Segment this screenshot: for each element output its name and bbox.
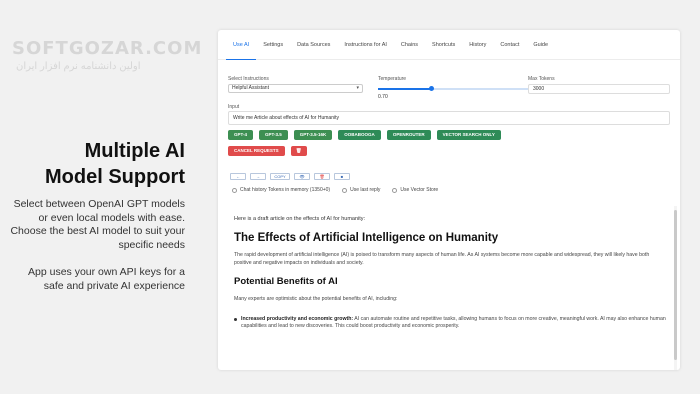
promo-title-line2: Model Support (45, 166, 185, 188)
oobabooga-button[interactable]: OOBABOOGA (338, 130, 381, 140)
promo-title-line1: Multiple AI (84, 140, 185, 162)
chat-history-label: Chat history Tokens in memory (1350+0) (240, 187, 331, 193)
view-button[interactable]: 👁 (294, 173, 310, 180)
gpt35-button[interactable]: GPT-3.5 (259, 130, 288, 140)
chevron-down-icon: ▾ (356, 85, 359, 91)
options-row: Chat history Tokens in memory (1350+0) U… (232, 187, 438, 193)
cancel-requests-button[interactable]: CANCEL REQUESTS (228, 146, 285, 156)
promo-text-keys: App uses your own API keys for a safe an… (28, 266, 185, 292)
instructions-select[interactable]: Helpful Assistant ▾ (228, 84, 363, 93)
temperature-label: Temperature (378, 76, 407, 82)
output-intro: Here is a draft article on the effects o… (234, 216, 366, 222)
radio-icon (232, 187, 237, 193)
copy-button[interactable]: COPY (270, 173, 290, 180)
output-paragraph-2: Many experts are optimistic about the po… (234, 296, 398, 302)
stop-button[interactable]: ■ (334, 173, 350, 180)
instructions-label: Select Instructions (228, 76, 269, 82)
back-button[interactable]: ← (230, 173, 246, 180)
tab-guide[interactable]: Guide (526, 30, 555, 60)
output-subheading: Potential Benefits of AI (234, 276, 338, 287)
output-scrollbar[interactable] (674, 206, 677, 370)
trash-button[interactable]: 🗑 (290, 146, 307, 156)
list-item-text: Increased productivity and economic grow… (241, 316, 666, 331)
input-label: Input (228, 104, 240, 110)
tab-shortcuts[interactable]: Shortcuts (425, 30, 462, 60)
output-paragraph: The rapid development of artificial inte… (234, 252, 650, 266)
tab-instructions[interactable]: Instructions for AI (337, 30, 394, 60)
forward-button[interactable]: → (250, 173, 266, 180)
chat-history-toggle[interactable]: Chat history Tokens in memory (1350+0) (232, 187, 330, 193)
instructions-value: Helpful Assistant (232, 85, 269, 91)
max-tokens-input[interactable]: 3000 (528, 84, 670, 94)
delete-button[interactable]: 🗑 (314, 173, 330, 180)
list-item-bold: Increased productivity and economic grow… (241, 315, 354, 322)
app-window: Use AI Settings Data Sources Instruction… (218, 30, 680, 370)
watermark-subtitle: اولین دانشنامه نرم افزار ایران (16, 61, 141, 72)
tab-use-ai[interactable]: Use AI (226, 30, 257, 60)
vector-store-toggle[interactable]: Use Vector Store (392, 187, 438, 193)
tab-settings[interactable]: Settings (256, 30, 290, 60)
list-item: Increased productivity and economic grow… (234, 316, 666, 331)
vector-search-button[interactable]: VECTOR SEARCH ONLY (436, 130, 501, 140)
gpt4-button[interactable]: GPT-4 (228, 130, 254, 140)
vector-store-label: Use Vector Store (400, 187, 439, 193)
openrouter-button[interactable]: OPENROUTER (386, 130, 431, 140)
prompt-input[interactable]: Write me Article about effects of AI for… (228, 111, 670, 125)
controls-row: Select Instructions Helpful Assistant ▾ … (228, 76, 670, 100)
watermark: SOFTGOZAR.COM اولین دانشنامه نرم افزار ا… (12, 38, 202, 72)
tab-data-sources[interactable]: Data Sources (290, 30, 337, 60)
tab-history[interactable]: History (462, 30, 493, 60)
trash-icon: 🗑 (295, 148, 302, 153)
output-toolbar: ← → COPY 👁 🗑 ■ (230, 173, 350, 180)
gpt35-16k-button[interactable]: GPT-3.5-16K (293, 130, 333, 140)
scrollbar-thumb[interactable] (674, 210, 677, 360)
use-last-reply-label: Use last reply (350, 187, 381, 193)
promo-panel: Multiple AI Model Support Select between… (10, 138, 185, 293)
tab-chains[interactable]: Chains (394, 30, 425, 60)
output-heading: The Effects of Artificial Intelligence o… (234, 232, 499, 244)
radio-icon (342, 187, 348, 193)
max-tokens-label: Max Tokens (528, 76, 555, 82)
bullet-icon (234, 317, 237, 321)
output-panel: Here is a draft article on the effects o… (228, 206, 672, 370)
model-button-row: GPT-4 GPT-3.5 GPT-3.5-16K OOBABOOGA OPEN… (228, 130, 501, 140)
temperature-slider-fill (378, 88, 431, 90)
radio-icon (392, 187, 398, 193)
tab-contact[interactable]: Contact (493, 30, 526, 60)
temperature-slider-thumb[interactable] (428, 86, 434, 91)
promo-text-models: Select between OpenAI GPT models or even… (10, 198, 185, 251)
watermark-logo: SOFTGOZAR.COM (12, 38, 203, 59)
cancel-row: CANCEL REQUESTS 🗑 (228, 146, 307, 156)
use-last-reply-toggle[interactable]: Use last reply (342, 187, 380, 193)
temperature-slider[interactable] (378, 86, 528, 91)
temperature-value: 0.70 (378, 94, 388, 100)
tab-bar: Use AI Settings Data Sources Instruction… (218, 30, 680, 60)
